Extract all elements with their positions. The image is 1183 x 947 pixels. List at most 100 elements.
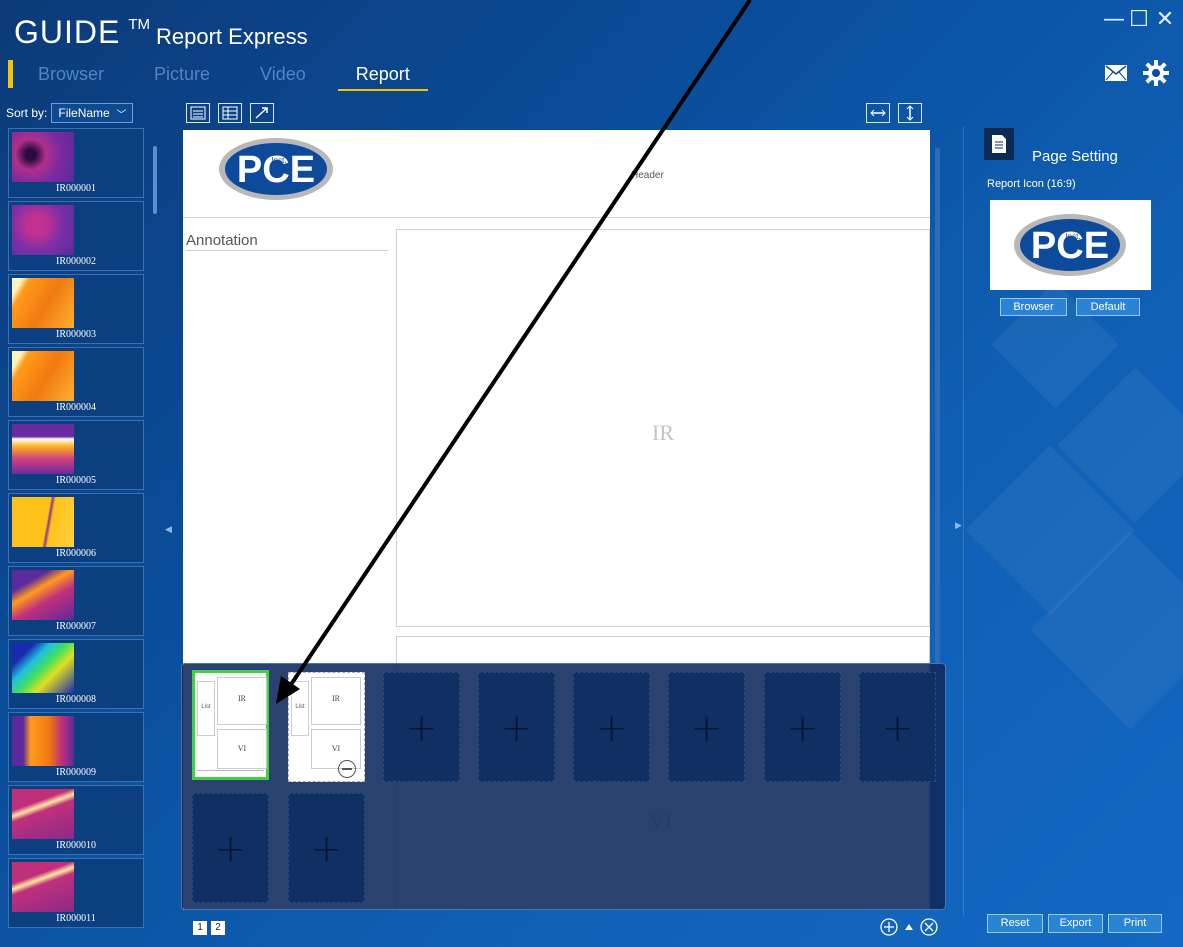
delete-page-icon[interactable] (920, 918, 938, 936)
thumbnail-item[interactable]: IR000002 (8, 201, 144, 271)
minimize-icon[interactable]: — (1103, 8, 1125, 32)
header-text[interactable]: Header (631, 170, 664, 181)
brand-name: GUIDE (14, 14, 121, 50)
empty-template-slot[interactable]: + (668, 672, 745, 782)
thermal-thumbnail (12, 570, 74, 620)
thumbnail-item[interactable]: IR000009 (8, 712, 144, 782)
thermal-thumbnail (12, 132, 74, 182)
thermal-thumbnail (12, 497, 74, 547)
print-button[interactable]: Print (1108, 914, 1162, 933)
logo-sub: Inst. (1065, 232, 1080, 241)
sort-select[interactable]: FileName ﹀ (51, 103, 134, 123)
template-vi-area: VI (217, 729, 267, 769)
collapse-right-icon[interactable]: ▶ (955, 520, 962, 531)
logo-sub: Inst. (271, 156, 286, 165)
thumbnail-item[interactable]: IR000011 (8, 858, 144, 928)
page-number-1[interactable]: 1 (193, 921, 207, 935)
report-header[interactable]: PCE Inst. Header (183, 130, 930, 218)
empty-template-slot[interactable]: + (573, 672, 650, 782)
fit-width-icon[interactable] (866, 103, 890, 123)
empty-template-slot[interactable]: + (192, 793, 269, 903)
thermal-thumbnail (12, 205, 74, 255)
collapse-up-icon[interactable] (904, 922, 914, 932)
thumbnail-label: IR000004 (56, 402, 96, 413)
settings-gear-icon[interactable] (1143, 60, 1169, 86)
top-right-tools (1105, 60, 1169, 86)
thermal-thumbnail (12, 862, 74, 912)
thermal-thumbnail (12, 789, 74, 839)
page-numbers: 1 2 (193, 921, 225, 935)
tab-marker (8, 60, 13, 88)
add-page-icon[interactable] (880, 918, 898, 936)
template-thumbnail[interactable]: List IR VI (288, 672, 365, 782)
right-panel-divider (963, 126, 964, 916)
thumbnail-label: IR000005 (56, 475, 96, 486)
default-button[interactable]: Default (1076, 298, 1140, 316)
remove-template-icon[interactable] (338, 760, 356, 778)
page-setting-title: Page Setting (1032, 148, 1118, 165)
chevron-down-icon: ﹀ (116, 109, 127, 121)
thumbnail-label: IR000010 (56, 840, 96, 851)
mail-icon[interactable] (1105, 65, 1127, 81)
template-ir-area: IR (217, 677, 267, 725)
annotation-label[interactable]: Annotation (186, 232, 388, 251)
sort-row: Sort by: FileName ﹀ (6, 103, 134, 123)
thumbnail-item[interactable]: IR000006 (8, 493, 144, 563)
thumbnail-item[interactable]: IR000007 (8, 566, 144, 636)
sidebar-scrollbar[interactable] (153, 146, 157, 214)
window-controls: — ☐ ✕ (1103, 8, 1175, 32)
ir-image-slot[interactable]: IR (396, 229, 930, 627)
insert-arrow-icon[interactable] (250, 103, 274, 123)
insert-text-icon[interactable] (186, 103, 210, 123)
tab-picture[interactable]: Picture (154, 64, 210, 91)
report-icon-preview: PCE Inst. (990, 200, 1151, 290)
trademark: TM (128, 16, 151, 33)
thermal-thumbnail (12, 278, 74, 328)
thumbnail-item[interactable]: IR000001 (8, 128, 144, 198)
browser-button[interactable]: Browser (1000, 298, 1067, 316)
tab-report[interactable]: Report (337, 64, 428, 91)
page-setting-icon (984, 128, 1014, 160)
empty-template-slot[interactable]: + (478, 672, 555, 782)
template-ir-area: IR (311, 677, 361, 725)
page-number-2[interactable]: 2 (211, 921, 225, 935)
collapse-left-icon[interactable]: ◀ (165, 524, 172, 535)
thumbnail-item[interactable]: IR000004 (8, 347, 144, 417)
add-template-icon: + (881, 706, 914, 750)
export-button[interactable]: Export (1048, 914, 1103, 933)
page-actions (880, 918, 938, 936)
fit-toolbar (866, 103, 922, 123)
sort-value: FileName (58, 106, 110, 120)
template-thumbnail[interactable]: List IR VI (192, 670, 269, 780)
empty-template-slot[interactable]: + (764, 672, 841, 782)
add-template-icon: + (500, 706, 533, 750)
template-list-area: List (291, 681, 309, 736)
tab-browser[interactable]: Browser (38, 64, 104, 91)
thumbnail-item[interactable]: IR000003 (8, 274, 144, 344)
reset-button[interactable]: Reset (987, 914, 1043, 933)
document-toolbar (186, 103, 274, 123)
thumbnail-item[interactable]: IR000010 (8, 785, 144, 855)
tab-video[interactable]: Video (260, 64, 306, 91)
empty-template-slot[interactable]: + (859, 672, 936, 782)
add-template-icon: + (310, 827, 343, 871)
thumbnail-label: IR000003 (56, 329, 96, 340)
close-icon[interactable]: ✕ (1155, 8, 1175, 32)
fit-height-icon[interactable] (898, 103, 922, 123)
insert-table-icon[interactable] (218, 103, 242, 123)
thumbnail-label: IR000006 (56, 548, 96, 559)
maximize-icon[interactable]: ☐ (1129, 8, 1149, 32)
report-icon-label: Report Icon (16:9) (987, 178, 1076, 190)
thermal-thumbnail (12, 643, 74, 693)
thumbnail-item[interactable]: IR000005 (8, 420, 144, 490)
template-panel: List IR VI List IR VI + + + + + + + + (181, 663, 946, 910)
thermal-thumbnail (12, 351, 74, 401)
thumbnail-item[interactable]: IR000008 (8, 639, 144, 709)
sort-label: Sort by: (6, 106, 48, 120)
app-title: GUIDE TM Report Express (14, 14, 308, 51)
empty-template-slot[interactable]: + (288, 793, 365, 903)
thumbnail-label: IR000001 (56, 183, 96, 194)
thumbnail-label: IR000007 (56, 621, 96, 632)
main-nav: Browser Picture Video Report (38, 64, 478, 91)
empty-template-slot[interactable]: + (383, 672, 460, 782)
